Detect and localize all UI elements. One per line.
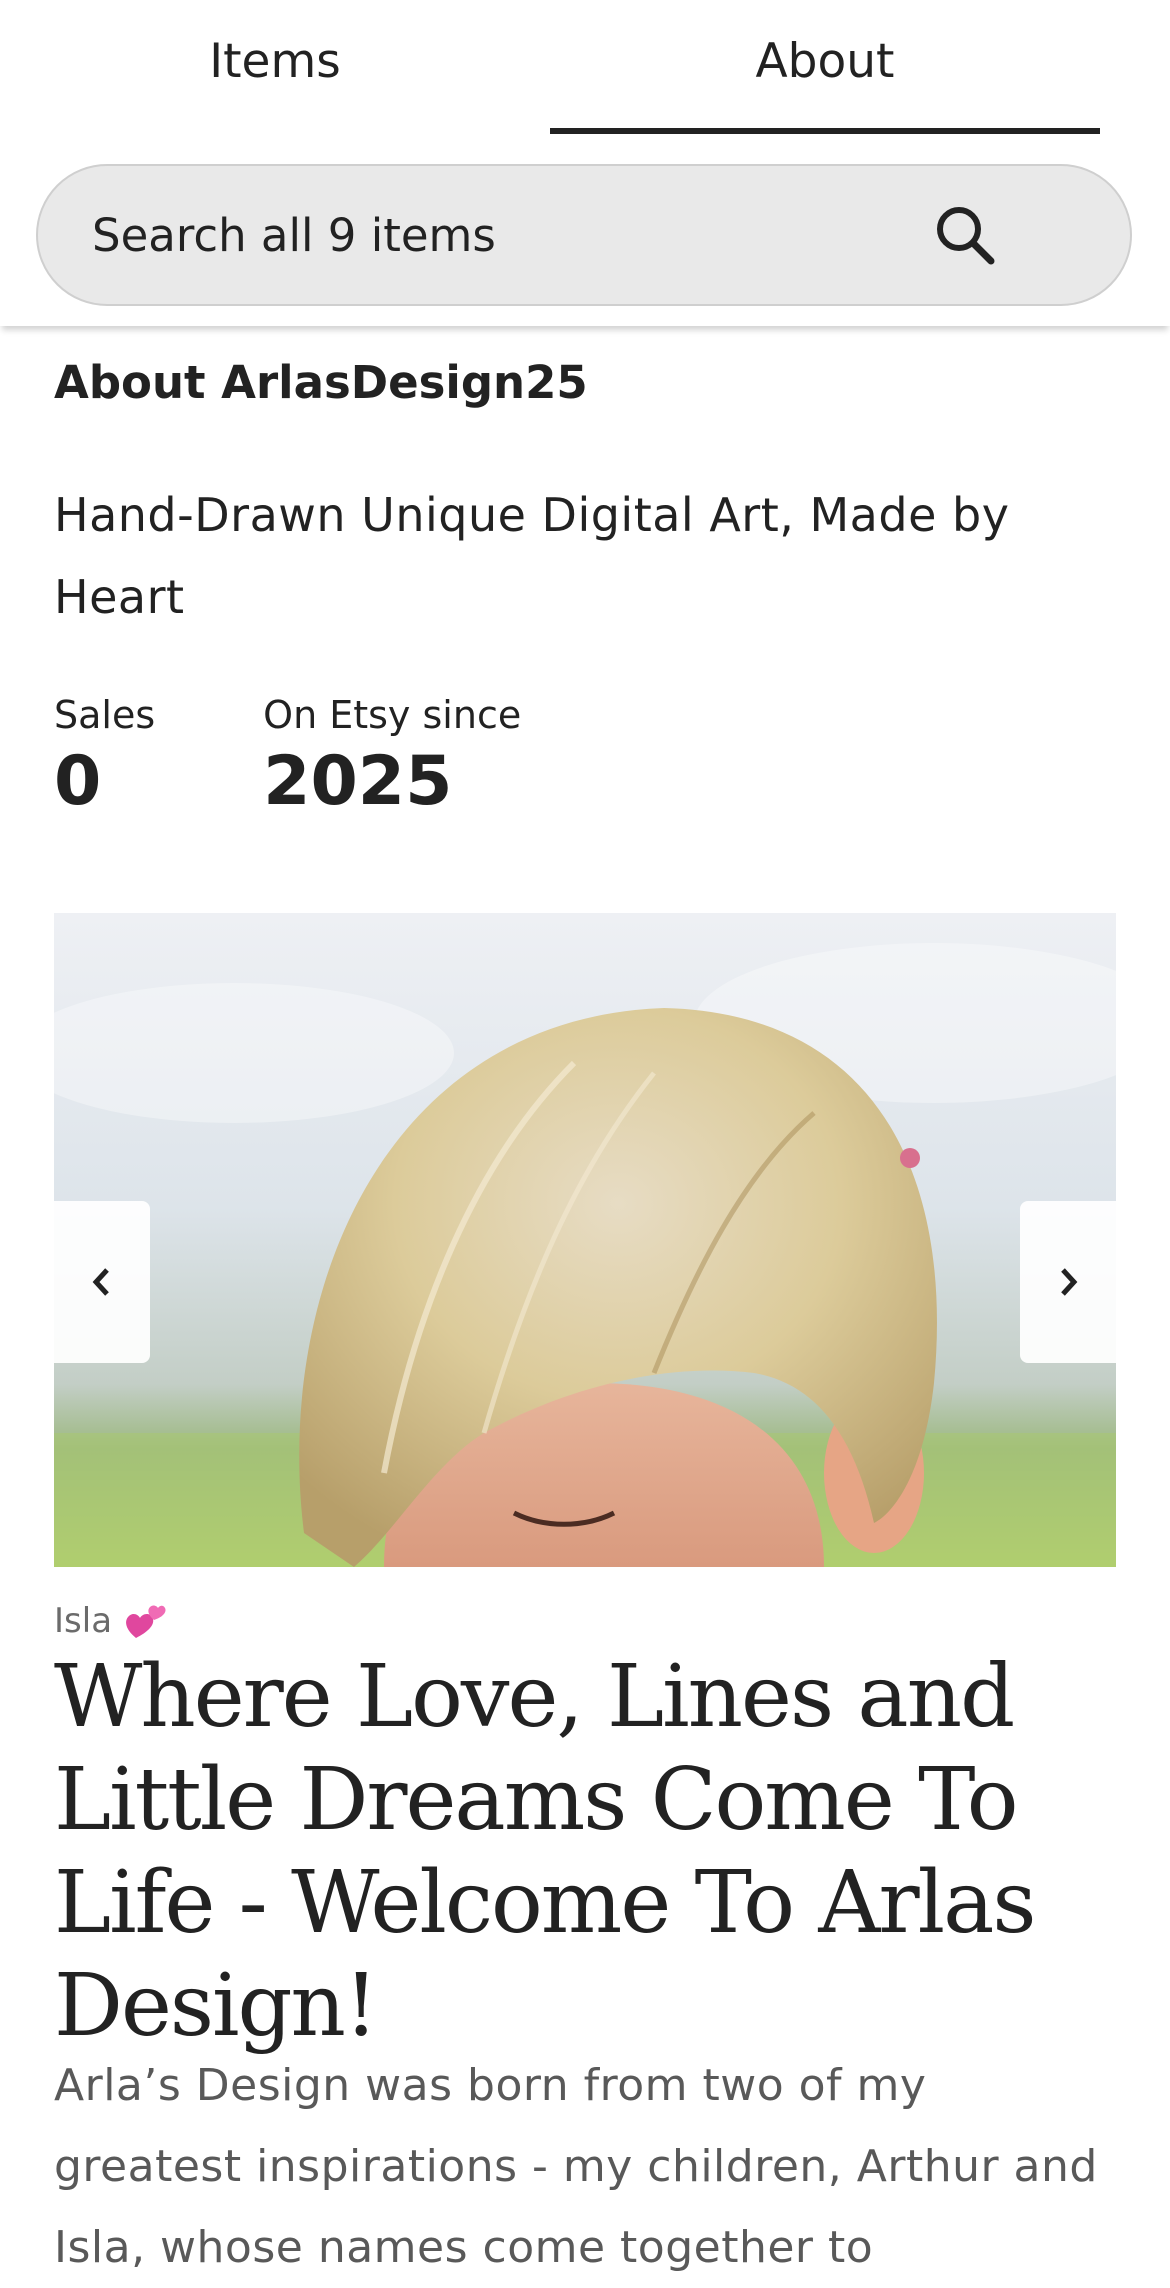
stat-on-etsy-since: On Etsy since 2025 — [263, 690, 521, 824]
tab-about-label: About — [755, 33, 895, 89]
carousel-photo — [54, 913, 1116, 1567]
tab-items-label: Items — [209, 33, 341, 89]
story-body: Arla’s Design was born from two of my gr… — [54, 2060, 1098, 2273]
chevron-left-icon — [92, 1268, 109, 1296]
search-icon[interactable] — [910, 180, 1020, 290]
shop-tagline: Hand-Drawn Unique Digital Art, Made by H… — [54, 488, 1010, 624]
search-bar — [36, 164, 1132, 306]
carousel-next-button[interactable] — [1020, 1201, 1116, 1363]
stat-sales-value: 0 — [54, 742, 102, 821]
about-heading: About ArlasDesign25 — [54, 356, 588, 409]
stat-sales: Sales 0 — [54, 690, 155, 824]
shop-tabs: Items About — [0, 0, 1170, 134]
carousel-prev-button[interactable] — [54, 1201, 150, 1363]
tab-about[interactable]: About — [550, 0, 1100, 134]
search-bar-container — [0, 134, 1170, 326]
two-hearts-icon — [122, 1600, 168, 1642]
stat-since-label: On Etsy since — [263, 693, 522, 737]
photo-caption: Isla — [54, 1600, 168, 1642]
about-photo-carousel — [54, 913, 1116, 1567]
story-title: Where Love, Lines and Little Dreams Come… — [54, 1647, 1037, 2056]
stat-sales-label: Sales — [54, 693, 156, 737]
photo-caption-text: Isla — [54, 1601, 113, 1641]
search-input[interactable] — [90, 165, 910, 305]
chevron-right-icon — [1061, 1268, 1078, 1296]
tab-items[interactable]: Items — [0, 0, 550, 134]
stat-since-value: 2025 — [263, 742, 453, 821]
shop-stats: Sales 0 On Etsy since 2025 — [54, 690, 629, 824]
